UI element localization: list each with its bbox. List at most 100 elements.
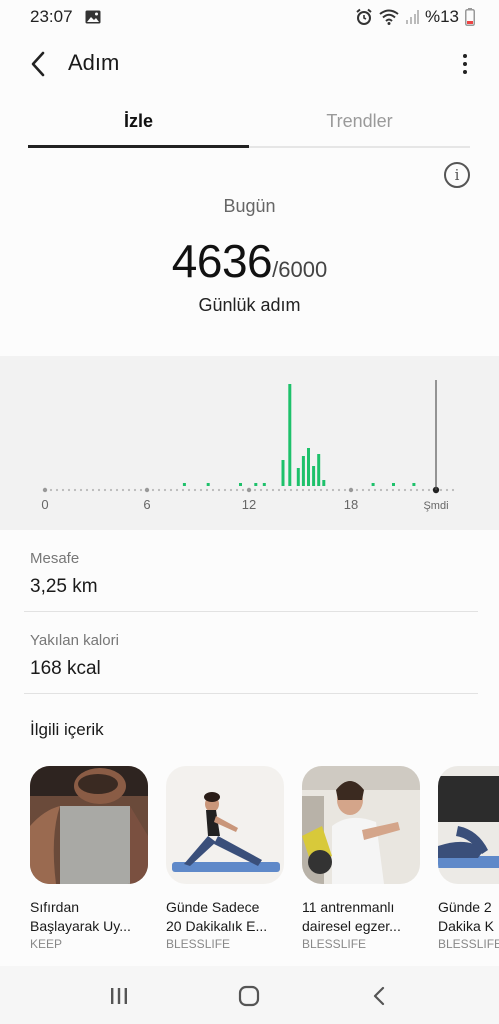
baseline-dot xyxy=(223,488,227,492)
baseline-dot xyxy=(139,488,143,492)
baseline-dot xyxy=(229,488,233,492)
baseline-dot xyxy=(289,488,293,492)
baseline-dot xyxy=(175,488,179,492)
chart-bar xyxy=(254,483,258,486)
chart-bar xyxy=(392,483,395,486)
baseline-dot xyxy=(313,488,317,492)
baseline-dot xyxy=(235,488,239,492)
chart-bar xyxy=(307,448,310,486)
baseline-dot xyxy=(217,488,221,492)
baseline-dot xyxy=(193,488,197,492)
chart-bar xyxy=(262,483,266,486)
baseline-dot xyxy=(277,488,281,492)
baseline-dot xyxy=(133,488,137,492)
baseline-dot xyxy=(295,488,299,492)
baseline-dot xyxy=(79,488,83,492)
baseline-dot xyxy=(409,488,413,492)
alarm-icon xyxy=(355,8,373,26)
calories-stat[interactable]: Yakılan kalori 168 kcal xyxy=(30,632,476,680)
baseline-dot xyxy=(67,488,71,492)
baseline-dot xyxy=(397,488,401,492)
battery-percent: %13 xyxy=(424,7,459,26)
tab-izle[interactable]: İzle xyxy=(28,96,249,148)
distance-stat[interactable]: Mesafe 3,25 km xyxy=(30,550,476,598)
card-thumbnail xyxy=(30,766,148,884)
baseline-dot xyxy=(109,488,113,492)
baseline-dot xyxy=(373,488,377,492)
baseline-dot xyxy=(181,488,185,492)
chart-bar xyxy=(317,454,321,486)
tab-trendler[interactable]: Trendler xyxy=(249,96,470,146)
chart-bar xyxy=(288,384,292,486)
baseline-dot xyxy=(121,488,125,492)
baseline-dot xyxy=(301,488,305,492)
x-tick-dot xyxy=(348,487,354,493)
card-title-line-2: 20 Dakikalık E... xyxy=(166,918,268,934)
chart-canvas: 0 6 12 18 Şmdi xyxy=(41,380,455,512)
chart-bar xyxy=(371,483,375,486)
chart-bar xyxy=(301,456,305,486)
baseline-dot xyxy=(265,488,269,492)
x-tick-dot xyxy=(246,487,252,493)
baseline-dot xyxy=(151,488,155,492)
steps-value: 4636 xyxy=(171,235,273,287)
status-bar: 23:07 %13 xyxy=(0,0,499,34)
x-tick-dot xyxy=(42,487,48,493)
baseline-dot xyxy=(253,488,257,492)
baseline-dot xyxy=(361,488,365,492)
card-title-line-2: Başlayarak Uy... xyxy=(30,918,131,934)
baseline-dot xyxy=(85,488,89,492)
content-card[interactable]: Sıfırdan Başlayarak Uy... KEEP xyxy=(30,766,148,951)
tab-bar: İzle Trendler xyxy=(28,96,470,148)
x-tick-label: 0 xyxy=(41,497,48,512)
info-icon[interactable]: i xyxy=(444,162,470,188)
content-card[interactable]: 11 antrenmanlı dairesel egzer... BLESSLI… xyxy=(302,766,420,951)
nav-back-button[interactable] xyxy=(364,984,394,1008)
baseline-dot xyxy=(307,488,311,492)
baseline-dot xyxy=(367,488,371,492)
more-options-button[interactable] xyxy=(457,48,473,80)
card-thumbnail xyxy=(302,766,420,884)
page-title: Adım xyxy=(68,50,120,75)
card-source: BLESSLIFE xyxy=(302,937,367,951)
baseline-dot xyxy=(445,488,449,492)
baseline-dot xyxy=(271,488,275,492)
baseline-dot xyxy=(331,488,335,492)
step-count: 4636/6000 xyxy=(0,234,499,288)
content-card[interactable]: Günde 2 Dakika K BLESSLIFE xyxy=(438,766,499,951)
back-button[interactable] xyxy=(22,48,54,80)
card-title-line-2: Dakika K xyxy=(438,918,495,934)
baseline-dot xyxy=(55,488,59,492)
period-label: Bugün xyxy=(223,196,276,216)
baseline-dot xyxy=(103,488,107,492)
baseline-dot xyxy=(319,488,323,492)
baseline-dot xyxy=(211,488,215,492)
hourly-steps-chart[interactable]: 0 6 12 18 Şmdi xyxy=(0,356,499,530)
baseline-dot xyxy=(391,488,395,492)
baseline-dot xyxy=(61,488,65,492)
gallery-notification-icon xyxy=(85,10,101,24)
x-tick-dot xyxy=(144,487,150,493)
home-button[interactable] xyxy=(234,984,264,1008)
chart-bar xyxy=(182,483,186,486)
baseline-dot xyxy=(49,488,53,492)
distance-value: 3,25 km xyxy=(30,576,98,597)
chart-bar xyxy=(412,483,416,486)
baseline-dot xyxy=(91,488,95,492)
recents-icon xyxy=(111,988,127,1004)
home-icon xyxy=(238,985,260,1007)
baseline-dot xyxy=(403,488,407,492)
x-tick-label: 12 xyxy=(242,497,256,512)
card-thumbnail xyxy=(166,766,284,884)
recents-button[interactable] xyxy=(104,984,134,1008)
baseline-dot xyxy=(187,488,191,492)
battery-icon xyxy=(465,8,475,26)
divider xyxy=(24,693,478,694)
baseline-dot xyxy=(97,488,101,492)
wifi-icon xyxy=(379,9,399,25)
baseline-dot xyxy=(127,488,131,492)
content-card[interactable]: Günde Sadece 20 Dakikalık E... BLESSLIFE xyxy=(166,766,284,951)
status-time: 23:07 xyxy=(30,7,73,26)
related-content-carousel[interactable]: Sıfırdan Başlayarak Uy... KEEP Günde Sad… xyxy=(30,766,499,956)
steps-goal: /6000 xyxy=(272,257,328,282)
